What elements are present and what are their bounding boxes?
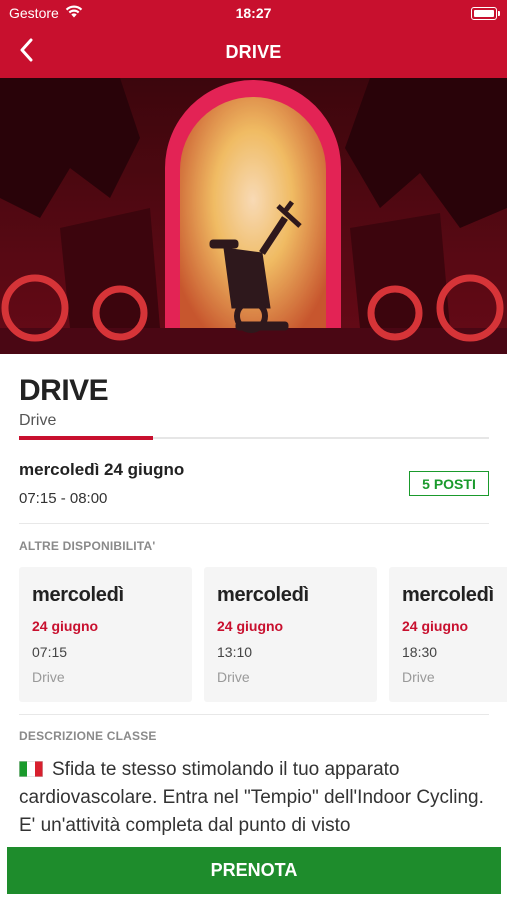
book-button[interactable]: PRENOTA — [7, 847, 501, 894]
description-text: Sfida te stesso stimolando il tuo appara… — [19, 759, 484, 836]
tab-active-indicator — [19, 436, 153, 440]
description-text-block: Sfida te stesso stimolando il tuo appara… — [19, 756, 489, 840]
availability-cards: mercoledì 24 giugno 07:15 Drive mercoled… — [19, 567, 507, 702]
card-day: mercoledì — [217, 584, 309, 606]
seats-badge: 5 POSTI — [409, 471, 489, 496]
status-bar: Gestore 18:27 — [0, 0, 507, 28]
class-time: 07:15 - 08:00 — [19, 490, 108, 507]
hero-image — [0, 78, 507, 354]
card-day: mercoledì — [32, 584, 124, 606]
availability-card[interactable]: mercoledì 24 giugno 18:30 Drive — [389, 567, 507, 702]
availability-card[interactable]: mercoledì 24 giugno 07:15 Drive — [19, 567, 192, 702]
nav-title: DRIVE — [225, 42, 282, 62]
card-time: 07:15 — [32, 644, 68, 660]
battery-icon — [471, 7, 500, 20]
card-date: 24 giugno — [402, 618, 469, 634]
class-date: mercoledì 24 giugno — [19, 460, 185, 479]
top-bar: Gestore 18:27 DRIVE — [0, 0, 507, 78]
italy-flag-icon — [19, 758, 43, 777]
card-day: mercoledì — [402, 584, 494, 606]
class-title: DRIVE — [19, 374, 109, 407]
status-time: 18:27 — [235, 5, 272, 21]
class-detail: DRIVE Drive mercoledì 24 giugno 07:15 - … — [0, 354, 507, 848]
divider — [19, 523, 489, 524]
nav-bar: DRIVE — [0, 28, 507, 78]
description-label: DESCRIZIONE CLASSE — [19, 729, 157, 743]
card-class-name: Drive — [402, 669, 435, 685]
card-class-name: Drive — [32, 669, 65, 685]
card-time: 18:30 — [402, 644, 438, 660]
class-subtitle: Drive — [19, 412, 57, 429]
divider — [19, 714, 489, 715]
card-class-name: Drive — [217, 669, 250, 685]
other-availability-label: ALTRE DISPONIBILITA' — [19, 539, 156, 553]
card-date: 24 giugno — [217, 618, 284, 634]
card-time: 13:10 — [217, 644, 253, 660]
card-date: 24 giugno — [32, 618, 99, 634]
availability-card[interactable]: mercoledì 24 giugno 13:10 Drive — [204, 567, 377, 702]
